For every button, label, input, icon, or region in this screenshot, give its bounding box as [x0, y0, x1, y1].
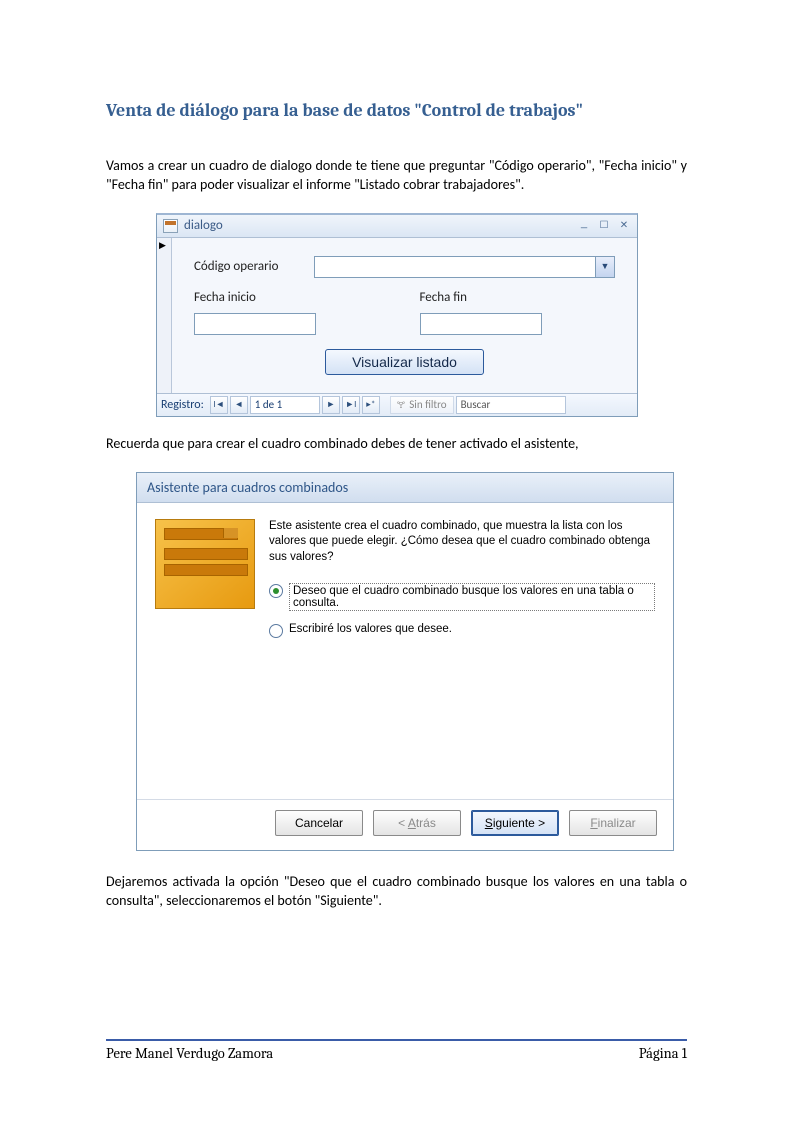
nav-next-icon[interactable]: ► [322, 396, 340, 414]
page-footer: Pere Manel Verdugo Zamora Página 1 [106, 1039, 687, 1062]
next-button[interactable]: Siguiente > [471, 810, 559, 836]
record-navigation-bar: Registro: I◄ ◄ 1 de 1 ► ►I ▸* Sin filtro… [157, 393, 637, 416]
finish-button: Finalizar [569, 810, 657, 836]
radio-type-values-label: Escribiré los valores que desee. [289, 623, 452, 635]
nav-last-icon[interactable]: ►I [342, 396, 360, 414]
wizard-title: Asistente para cuadros combinados [137, 473, 673, 503]
filter-indicator[interactable]: Sin filtro [390, 396, 454, 414]
wizard-intro-text: Este asistente crea el cuadro combinado,… [269, 519, 655, 566]
visualizar-listado-button[interactable]: Visualizar listado [325, 349, 484, 375]
input-fecha-inicio[interactable] [194, 313, 316, 335]
nav-new-icon[interactable]: ▸* [362, 396, 380, 414]
footer-page: Página 1 [639, 1045, 687, 1062]
cancel-button[interactable]: Cancelar [275, 810, 363, 836]
form-title-text: dialogo [184, 218, 223, 233]
nav-prev-icon[interactable]: ◄ [230, 396, 248, 414]
form-icon [163, 219, 178, 233]
record-search-input[interactable]: Buscar [456, 396, 566, 414]
record-position-input[interactable]: 1 de 1 [250, 396, 320, 414]
nav-first-icon[interactable]: I◄ [210, 396, 228, 414]
outro-paragraph: Dejaremos activada la opción "Deseo que … [106, 873, 687, 911]
combo-codigo-operario[interactable] [314, 256, 615, 278]
combo-wizard-window: Asistente para cuadros combinados Este a… [136, 472, 674, 851]
access-form-window: dialogo Código operario [156, 213, 638, 417]
close-icon[interactable] [615, 218, 633, 234]
footer-author: Pere Manel Verdugo Zamora [106, 1045, 273, 1062]
label-fecha-fin: Fecha fin [420, 290, 530, 305]
back-button: < Atrás [373, 810, 461, 836]
wizard-illustration [155, 519, 255, 609]
record-selector[interactable] [157, 238, 172, 393]
label-fecha-inicio: Fecha inicio [194, 290, 304, 305]
radio-lookup-table-label: Deseo que el cuadro combinado busque los… [289, 583, 655, 611]
radio-type-values[interactable] [269, 624, 283, 638]
maximize-icon[interactable] [595, 218, 613, 234]
input-fecha-fin[interactable] [420, 313, 542, 335]
radio-lookup-table[interactable] [269, 584, 283, 598]
mid-paragraph: Recuerda que para crear el cuadro combin… [106, 435, 687, 454]
record-nav-label: Registro: [161, 398, 204, 412]
page-title: Venta de diálogo para la base de datos "… [106, 100, 687, 121]
form-title-bar: dialogo [157, 215, 637, 238]
minimize-icon[interactable] [575, 218, 593, 234]
chevron-down-icon[interactable] [595, 257, 614, 277]
intro-paragraph: Vamos a crear un cuadro de dialogo donde… [106, 157, 687, 195]
label-codigo-operario: Código operario [194, 259, 304, 274]
